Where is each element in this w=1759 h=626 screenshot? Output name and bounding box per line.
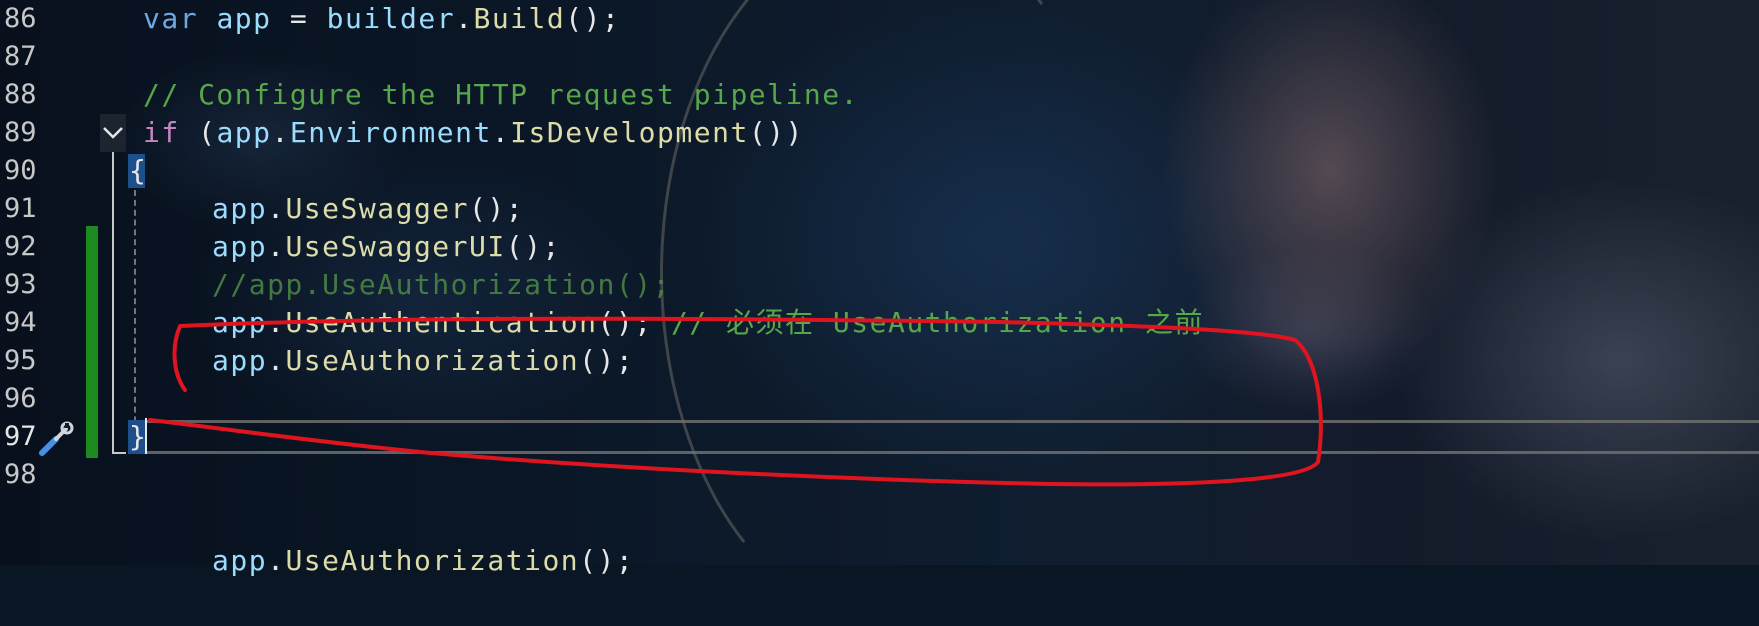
red-annotation-loop — [148, 316, 1323, 487]
